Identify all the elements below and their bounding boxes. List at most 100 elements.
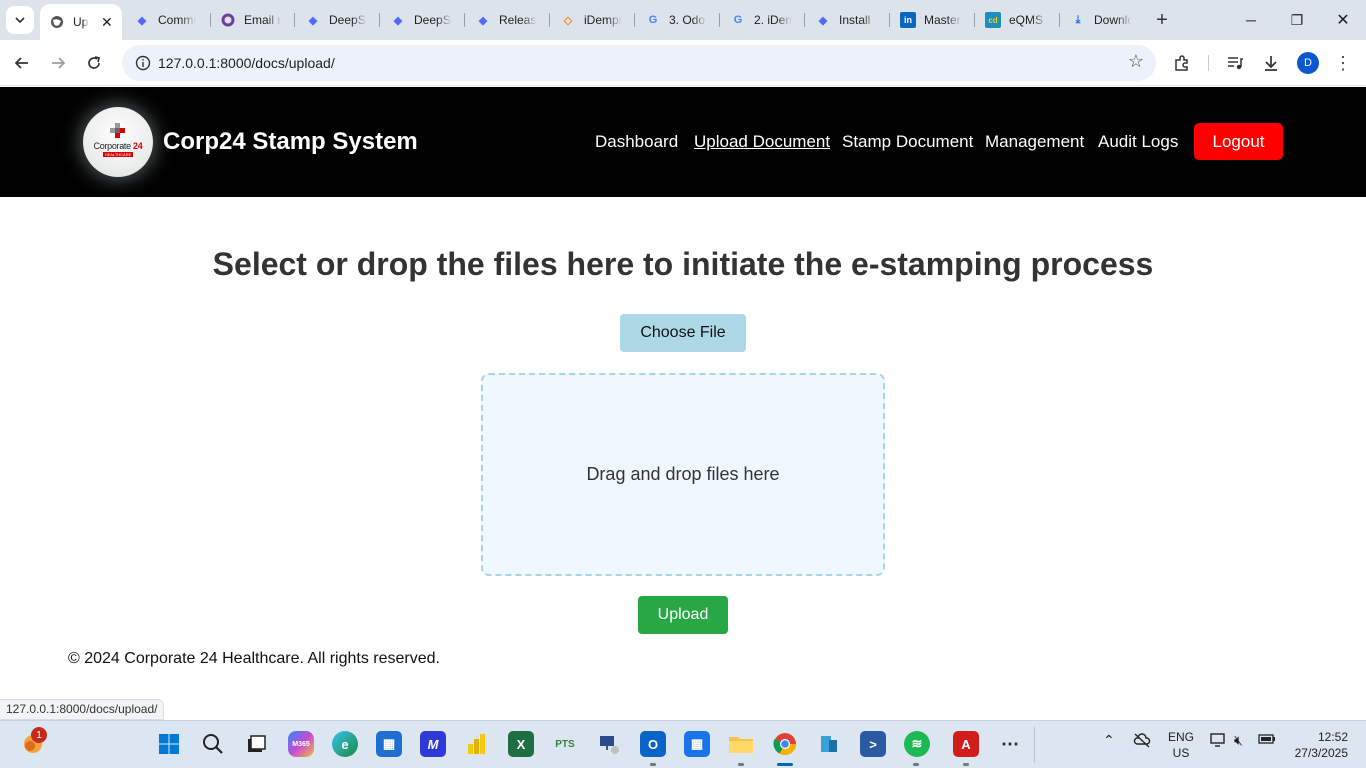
power-bi-icon[interactable] <box>464 731 490 757</box>
globe-icon <box>49 14 65 30</box>
tab-linkedin-master[interactable]: in Master <box>900 6 972 34</box>
volume-muted-icon[interactable]: 🔇︎ <box>1234 732 1243 749</box>
downloads-icon[interactable] <box>1258 50 1284 76</box>
tab-title: Email n <box>244 13 282 27</box>
url-text: 127.0.0.1:8000/docs/upload/ <box>158 55 335 71</box>
tab-community[interactable]: ◆ Community <box>134 6 206 34</box>
show-hidden-icons-button[interactable]: ⌃ <box>1103 732 1115 749</box>
nav-dashboard[interactable]: Dashboard <box>595 132 678 152</box>
site-header: Corporate 24 HEALTHCARE Corp24 Stamp Sys… <box>0 87 1366 197</box>
powershell-icon[interactable]: > <box>860 731 886 757</box>
nav-management[interactable]: Management <box>985 132 1084 152</box>
profile-avatar[interactable]: D <box>1297 52 1319 74</box>
calendar-icon[interactable]: ▦ <box>684 731 710 757</box>
network-app-icon[interactable] <box>596 731 622 757</box>
tab-idempiere[interactable]: ◇ iDempi <box>560 6 632 34</box>
restore-button[interactable]: ❐ <box>1274 0 1320 40</box>
file-drop-zone[interactable]: Drag and drop files here <box>481 373 885 576</box>
tab-idempiere-google[interactable]: G 2. iDem <box>730 6 802 34</box>
windows-start-icon[interactable] <box>156 731 182 757</box>
drop-zone-text: Drag and drop files here <box>586 464 780 484</box>
acrobat-icon[interactable]: A <box>953 731 979 757</box>
address-bar[interactable]: 127.0.0.1:8000/docs/upload/ ☆ <box>122 45 1156 81</box>
google-icon: G <box>648 14 658 26</box>
tab-search-button[interactable] <box>6 6 34 34</box>
tab-title: DeepSe <box>329 13 367 27</box>
language-code: ENG <box>1167 730 1194 744</box>
close-window-button[interactable]: ✕ <box>1320 0 1366 40</box>
tab-release[interactable]: ◆ Release <box>475 6 547 34</box>
company-logo[interactable]: Corporate 24 HEALTHCARE <box>83 107 153 177</box>
tab-deepseek-1[interactable]: ◆ DeepSe <box>305 6 377 34</box>
network-icon[interactable] <box>1210 732 1228 751</box>
spotify-icon[interactable]: ≋ <box>904 731 930 757</box>
nav-audit-logs[interactable]: Audit Logs <box>1098 132 1178 152</box>
tab-upload-document[interactable]: Upload Document ✕ <box>40 4 122 40</box>
deepseek-icon: ◆ <box>137 14 147 27</box>
m365-copilot-icon[interactable]: M365 <box>288 731 314 757</box>
forward-button[interactable] <box>45 50 71 76</box>
power-automate-icon[interactable]: M <box>420 731 446 757</box>
tab-deepseek-2[interactable]: ◆ DeepSe <box>390 6 462 34</box>
logout-button[interactable]: Logout <box>1194 123 1283 160</box>
upload-button[interactable]: Upload <box>638 596 728 634</box>
battery-icon[interactable] <box>1258 732 1276 749</box>
media-controls-icon[interactable] <box>1222 50 1248 76</box>
tab-title: DeepSe <box>414 13 452 27</box>
tab-title: 2. iDem <box>754 13 792 27</box>
pts-app-icon[interactable]: PTS <box>552 731 578 757</box>
arrow-left-icon <box>14 57 28 69</box>
site-title: Corp24 Stamp System <box>163 128 418 155</box>
footer-copyright: © 2024 Corporate 24 Healthcare. All righ… <box>68 650 440 667</box>
cloud-off-icon[interactable] <box>1133 732 1151 751</box>
tab-title: Community <box>158 13 196 27</box>
arrow-right-icon <box>52 57 66 69</box>
nav-upload-document[interactable]: Upload Document <box>694 132 830 152</box>
file-explorer-icon[interactable] <box>728 731 754 757</box>
excel-icon[interactable]: X <box>508 731 534 757</box>
cd-icon: cd <box>985 12 1001 28</box>
tab-email[interactable]: Email n <box>220 6 292 34</box>
browser-toolbar: 127.0.0.1:8000/docs/upload/ ☆ D ⋮ <box>0 40 1366 86</box>
deepseek-icon: ◆ <box>393 14 403 27</box>
nav-stamp-document[interactable]: Stamp Document <box>842 132 973 152</box>
tab-eqms[interactable]: cd eQMS <box>985 6 1057 34</box>
region-code: US <box>1172 746 1190 760</box>
task-view-icon[interactable] <box>243 731 269 757</box>
reload-icon <box>88 56 101 69</box>
status-bar-url: 127.0.0.1:8000/docs/upload/ <box>0 699 165 720</box>
minimize-button[interactable]: ─ <box>1228 0 1274 40</box>
system-clock[interactable]: 12:52 27/3/2025 <box>1286 729 1348 761</box>
tab-title: Upload Document <box>73 15 89 29</box>
azure-data-studio-icon[interactable] <box>816 731 842 757</box>
google-icon: G <box>733 14 743 26</box>
edge-icon[interactable]: e <box>332 731 358 757</box>
tab-title: eQMS <box>1009 13 1044 27</box>
clock-date: 27/3/2025 <box>1294 746 1348 760</box>
site-info-icon[interactable] <box>130 50 156 76</box>
outlook-icon[interactable]: O <box>640 731 666 757</box>
choose-file-button[interactable]: Choose File <box>620 314 746 352</box>
diamond-icon: ◇ <box>563 14 573 27</box>
kebab-menu-icon[interactable]: ⋮ <box>1330 50 1356 76</box>
more-apps-icon[interactable]: ⋯ <box>997 731 1023 757</box>
back-button[interactable] <box>9 50 35 76</box>
tab-title: Master <box>924 13 961 27</box>
bookmark-star-icon[interactable]: ☆ <box>1128 51 1144 72</box>
chrome-icon[interactable] <box>772 731 798 757</box>
search-icon[interactable] <box>200 731 226 757</box>
close-icon[interactable]: ✕ <box>101 14 113 31</box>
tab-install[interactable]: ◆ Install <box>815 6 887 34</box>
microsoft-store-icon[interactable]: ▦ <box>376 731 402 757</box>
reload-button[interactable] <box>81 50 107 76</box>
page-title: Select or drop the files here to initiat… <box>212 246 1154 282</box>
circle-icon <box>220 12 236 28</box>
language-indicator[interactable]: ENG US <box>1166 729 1196 761</box>
new-tab-button[interactable]: + <box>1148 6 1176 34</box>
download-icon: ⤓ <box>1075 13 1081 26</box>
tab-downloads[interactable]: ⤓ Downlo <box>1070 6 1142 34</box>
clock-time: 12:52 <box>1317 730 1348 744</box>
tab-odoo[interactable]: G 3. Odo <box>645 6 717 34</box>
deepseek-icon: ◆ <box>308 14 318 27</box>
extensions-icon[interactable] <box>1169 50 1195 76</box>
